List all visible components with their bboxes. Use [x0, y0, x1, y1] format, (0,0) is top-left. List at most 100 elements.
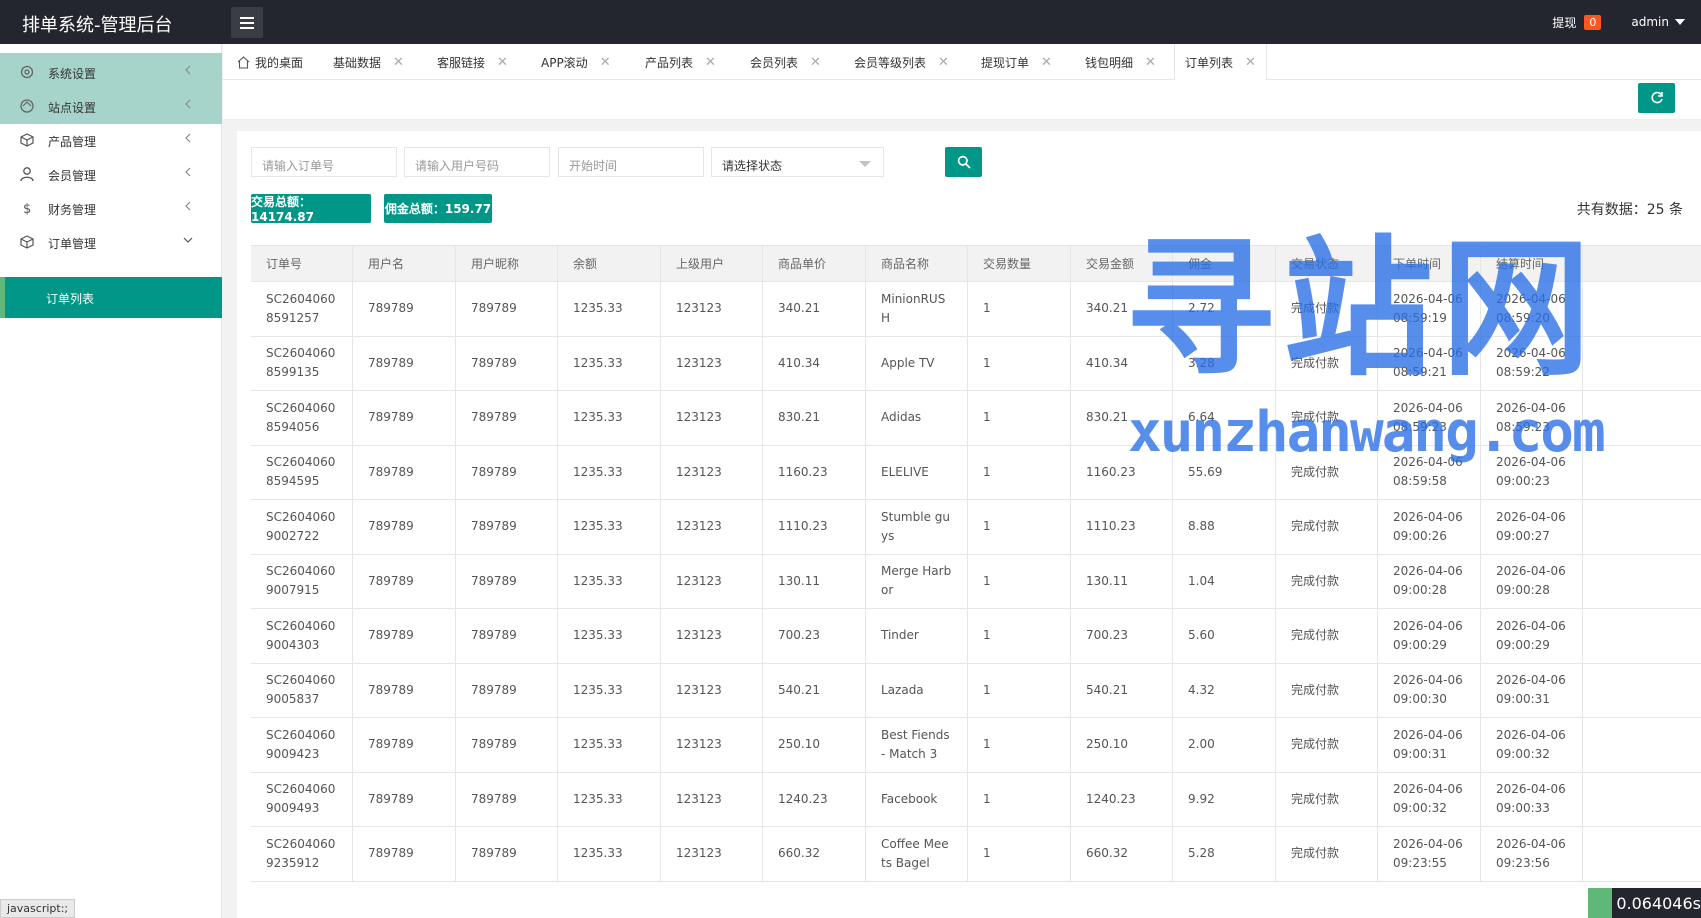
- table-cell-text: 540.21: [778, 682, 820, 697]
- tab-member-levels[interactable]: 会员等级列表 ✕: [854, 44, 949, 80]
- table-cell: 830.21: [763, 391, 866, 445]
- table-cell: 123123: [661, 663, 763, 717]
- withdraw-link[interactable]: 提现 0: [1552, 14, 1602, 31]
- table-cell: 789789: [353, 445, 456, 499]
- menu-toggle-button[interactable]: [231, 7, 263, 38]
- table-cell: 2026-04-06 09:23:56: [1481, 827, 1583, 881]
- table-cell-text: 410.34: [1086, 355, 1128, 370]
- table-cell-text: 123123: [676, 682, 722, 697]
- table-cell: 1235.33: [558, 554, 661, 608]
- table-cell: 完成付款: [1276, 391, 1378, 445]
- table-cell-text: 2026-04-06 09:00:31: [1496, 673, 1566, 707]
- table-row[interactable]: SC26040609002722 789789 789789 1235.33 12312…: [251, 500, 1701, 555]
- table-cell: 540.21: [763, 663, 866, 717]
- table-cell-text: 完成付款: [1291, 519, 1340, 534]
- table-cell-text: 789789: [471, 519, 517, 534]
- table-row[interactable]: SC26040608591257 789789 789789 1235.33 12312…: [251, 282, 1701, 337]
- app-title: 排单系统-管理后台: [22, 15, 173, 36]
- close-icon[interactable]: ✕: [810, 55, 821, 70]
- sidebar-item-site-settings[interactable]: 站点设置: [0, 87, 222, 124]
- table-row[interactable]: SC26040608594056 789789 789789 1235.33 12312…: [251, 391, 1701, 446]
- table-cell-text: 完成付款: [1291, 573, 1340, 588]
- close-icon[interactable]: ✕: [938, 55, 949, 70]
- table-cell-text: 340.21: [1086, 301, 1128, 316]
- table-cell-text: 2026-04-06 09:00:23: [1496, 455, 1566, 489]
- close-icon[interactable]: ✕: [1145, 55, 1156, 70]
- status-select[interactable]: 请选择状态: [711, 147, 884, 177]
- table-cell-text: ELELIVE: [881, 464, 929, 479]
- table-row[interactable]: SC26040609009423 789789 789789 1235.33 12312…: [251, 718, 1701, 773]
- table-cell: 2026-04-06 09:00:32: [1481, 718, 1583, 772]
- table-cell: 250.10: [763, 718, 866, 772]
- table-row[interactable]: SC26040609004303 789789 789789 1235.33 12312…: [251, 609, 1701, 664]
- tab-desktop[interactable]: 我的桌面: [237, 44, 303, 80]
- table-cell: 2026-04-06 08:59:23: [1481, 391, 1583, 445]
- table-cell: 5.28: [1173, 827, 1276, 881]
- tab-order-list[interactable]: 订单列表 ✕: [1174, 44, 1267, 81]
- site-icon: [20, 99, 34, 113]
- table-cell: 130.11: [1071, 554, 1173, 608]
- trade-total-button[interactable]: 交易总额：14174.87: [251, 194, 371, 224]
- table-row[interactable]: SC26040609005837 789789 789789 1235.33 12312…: [251, 663, 1701, 718]
- table-cell-text: 5.60: [1188, 628, 1215, 643]
- table-cell: SC26040608594595: [251, 445, 353, 499]
- close-icon[interactable]: ✕: [705, 55, 716, 70]
- table-cell-text: 1235.33: [573, 573, 623, 588]
- sidebar-item-label: 订单管理: [48, 237, 97, 251]
- table-header-cell: 结算时间: [1481, 246, 1583, 281]
- close-icon[interactable]: ✕: [393, 55, 404, 70]
- table-row[interactable]: SC26040609007915 789789 789789 1235.33 12312…: [251, 554, 1701, 609]
- table-cell: 5.60: [1173, 609, 1276, 663]
- sidebar-item-system-settings[interactable]: 系统设置: [0, 53, 222, 90]
- table-cell: 1: [968, 772, 1071, 826]
- table-cell: 2026-04-06 09:00:29: [1481, 609, 1583, 663]
- table-cell-text: 1235.33: [573, 628, 623, 643]
- sidebar-item-finance[interactable]: $ 财务管理: [0, 189, 222, 226]
- table-cell: 123123: [661, 554, 763, 608]
- table-row[interactable]: SC26040609009493 789789 789789 1235.33 12312…: [251, 772, 1701, 827]
- table-row[interactable]: SC26040609235912 789789 789789 1235.33 12312…: [251, 827, 1701, 882]
- close-icon[interactable]: ✕: [600, 55, 611, 70]
- tab-member-list[interactable]: 会员列表 ✕: [750, 44, 821, 80]
- table-cell-text: 1: [983, 628, 991, 643]
- user-menu[interactable]: admin: [1631, 15, 1685, 29]
- order-no-input[interactable]: 请输入订单号: [251, 147, 397, 177]
- tab-basic-data[interactable]: 基础数据 ✕: [333, 44, 404, 80]
- tab-label: 会员等级列表: [854, 55, 927, 70]
- table-cell: 123123: [661, 609, 763, 663]
- sidebar-item-order-list[interactable]: 订单列表: [0, 277, 222, 318]
- table-cell-text: Tinder: [881, 628, 919, 643]
- table-cell-text: 2026-04-06 09:00:28: [1496, 564, 1566, 598]
- sidebar-item-products[interactable]: 产品管理: [0, 121, 222, 158]
- chevron-down-icon: [183, 237, 193, 243]
- sidebar-item-members[interactable]: 会员管理: [0, 155, 222, 192]
- table-cell-text: 1: [983, 519, 991, 534]
- tab-service-link[interactable]: 客服链接 ✕: [437, 44, 508, 80]
- tab-product-list[interactable]: 产品列表 ✕: [645, 44, 716, 80]
- commission-total-button[interactable]: 佣金总额：159.77: [384, 194, 492, 223]
- table-row[interactable]: SC26040608599135 789789 789789 1235.33 12312…: [251, 336, 1701, 391]
- table-cell-text: 789789: [471, 791, 517, 806]
- timer-value: 0.064046s: [1616, 893, 1701, 913]
- tab-wallet-detail[interactable]: 钱包明细 ✕: [1085, 44, 1156, 80]
- table-cell: 3.28: [1173, 336, 1276, 390]
- search-button[interactable]: [945, 147, 982, 177]
- start-time-input[interactable]: 开始时间: [558, 147, 704, 177]
- table-cell-text: 2026-04-06 09:00:30: [1393, 673, 1463, 707]
- close-icon[interactable]: ✕: [1245, 55, 1256, 70]
- refresh-button[interactable]: [1638, 83, 1675, 113]
- sidebar-item-orders[interactable]: 订单管理: [0, 223, 222, 260]
- close-icon[interactable]: ✕: [497, 55, 508, 70]
- tab-withdraw-orders[interactable]: 提现订单 ✕: [981, 44, 1052, 80]
- table-cell-text: 完成付款: [1291, 846, 1340, 861]
- table-cell-text: 700.23: [1086, 628, 1128, 643]
- chevron-left-icon: [185, 167, 191, 177]
- table-cell-text: 1: [983, 846, 991, 861]
- table-cell: 1110.23: [763, 500, 866, 554]
- table-row[interactable]: SC26040608594595 789789 789789 1235.33 12312…: [251, 445, 1701, 500]
- tab-app-scroll[interactable]: APP滚动 ✕: [541, 44, 611, 80]
- phone-input[interactable]: 请输入用户号码: [404, 147, 550, 177]
- close-icon[interactable]: ✕: [1041, 55, 1052, 70]
- table-cell: 123123: [661, 500, 763, 554]
- table-cell: 完成付款: [1276, 282, 1378, 336]
